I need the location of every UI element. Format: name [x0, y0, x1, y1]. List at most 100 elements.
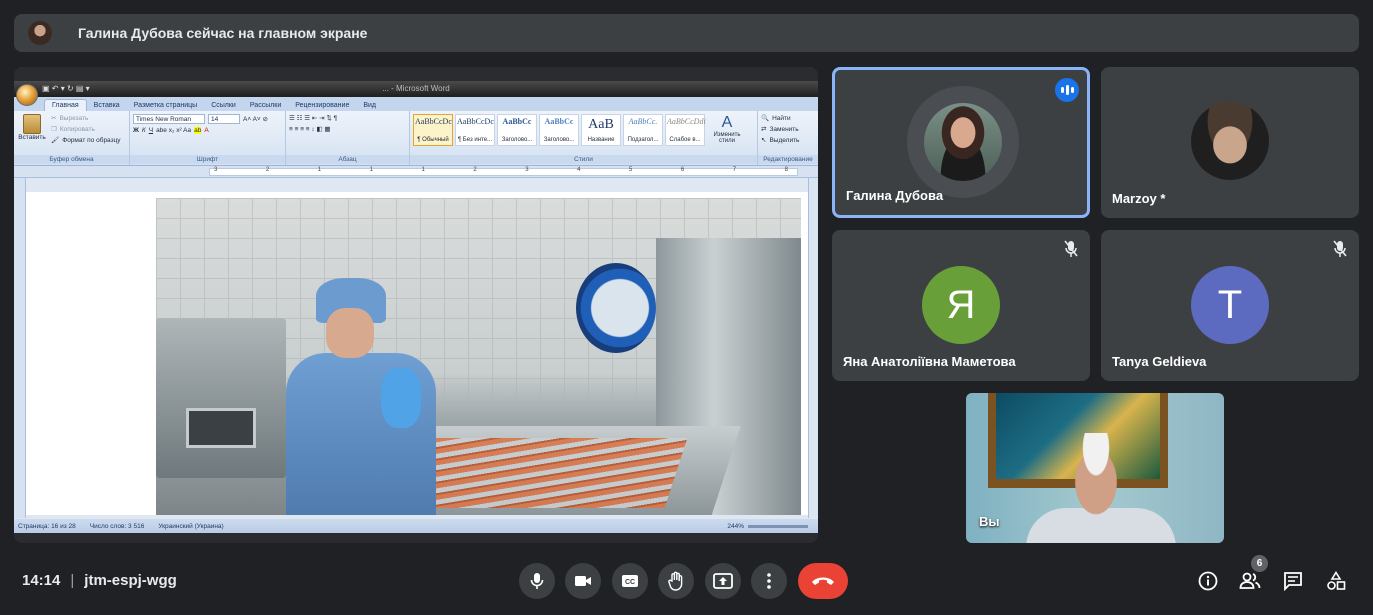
hand-icon: [668, 571, 683, 591]
style-title: AaB Название: [581, 114, 621, 146]
self-name: Вы: [979, 514, 1000, 529]
galina-avatar-ring: [907, 86, 1019, 198]
find-icon: 🔍: [761, 115, 770, 122]
status-lang: Украинский (Украина): [158, 522, 224, 530]
ribbon-tab-mailings: Рассылки: [249, 102, 282, 109]
participant-name: Яна Анатоліївна Маметова: [843, 354, 1016, 369]
status-words: Число слов: 3 516: [89, 522, 145, 530]
leave-call-button[interactable]: [798, 563, 848, 599]
camera-icon: [575, 576, 591, 586]
style-normal: AaBbCcDc ¶ Обычный: [413, 114, 453, 146]
ruler-numbers: 321112345678: [214, 167, 788, 173]
captions-icon: CC: [622, 575, 638, 587]
word-title: ... - Microsoft Word: [382, 84, 450, 93]
meeting-info: 14:14 | jtm-espj-wgg: [22, 572, 177, 589]
word-statusbar: Страница: 16 из 28 Число слов: 3 516 Укр…: [14, 519, 818, 533]
mic-off-icon: [1333, 240, 1347, 257]
svg-text:CC: CC: [625, 579, 635, 586]
meeting-separator: |: [70, 572, 75, 589]
participant-name: Галина Дубова: [846, 188, 944, 203]
styles-group-name: Стили: [410, 155, 757, 164]
chat-icon: [1284, 572, 1302, 591]
activities-icon: [1327, 571, 1346, 590]
info-icon: [1198, 571, 1218, 591]
style-heading1: AaBbCc Заголово...: [497, 114, 537, 146]
vertical-ruler: [14, 178, 26, 518]
paragraph-group-name: Абзац: [286, 155, 409, 164]
people-button[interactable]: [1238, 569, 1262, 593]
cut-label: Вырезать: [59, 114, 89, 122]
replace-label: Заменить: [769, 125, 799, 133]
present-icon: [713, 573, 733, 589]
style-heading2: AaBbCc Заголово...: [539, 114, 579, 146]
raise-hand-button[interactable]: [658, 563, 694, 599]
yana-initial: Я: [946, 282, 976, 327]
change-styles: A Изменить стили: [707, 114, 747, 146]
style-subtitle: AaBbCc. Подзагол...: [623, 114, 663, 146]
align-icons: ≡ ≡ ≡ ≡ ↕ ◧ ▦: [289, 126, 331, 133]
tile-galina[interactable]: Галина Дубова: [832, 67, 1090, 218]
tile-marzoy[interactable]: Marzoy *: [1101, 67, 1359, 218]
presenter-avatar: [28, 21, 52, 45]
paragraph-group: ☰ ☷ ☰ ⇤ ⇥ ⇅ ¶ ≡ ≡ ≡ ≡ ↕ ◧ ▦ Абзац: [286, 111, 410, 165]
editing-group-name: Редактирование: [758, 155, 818, 164]
ruler: 321112345678: [14, 166, 818, 178]
mic-off-icon: [1064, 240, 1078, 257]
tile-yana[interactable]: Я Яна Анатоліївна Маметова: [832, 230, 1090, 381]
status-page: Страница: 16 из 28: [18, 522, 76, 530]
cut-icon: ✂: [51, 115, 57, 122]
galina-avatar: [924, 103, 1002, 181]
list-icons: ☰ ☷ ☰ ⇤ ⇥ ⇅ ¶: [289, 115, 338, 122]
ribbon-tab-references: Ссылки: [211, 102, 236, 109]
control-bar: 14:14 | jtm-espj-wgg CC 6: [0, 555, 1373, 615]
font-group-name: Шрифт: [130, 155, 285, 164]
font-name-box: Times New Roman: [133, 114, 205, 124]
font-group: Times New Roman 14 A˄ A˅ ⊘ ЖКЧ abe x₂ x²…: [130, 111, 286, 165]
style-no-spacing: AaBbCcDc ¶ Без инте...: [455, 114, 495, 146]
word-window: ... - Microsoft Word ▣ ↶ ▾ ↻ ▤ ▾ Главная…: [14, 81, 818, 533]
vertical-scrollbar: [808, 178, 818, 518]
ribbon: Вставить ✂ Вырезать ❐ Копировать 🖌 Формат п…: [14, 111, 818, 166]
copy-icon: ❐: [51, 126, 57, 133]
captions-button[interactable]: CC: [612, 563, 648, 599]
presenting-text: Галина Дубова сейчас на главном экране: [78, 25, 368, 41]
format-painter-icon: 🖌: [51, 137, 60, 144]
meeting-code: jtm-espj-wgg: [84, 572, 177, 589]
self-view-person: [1064, 433, 1128, 515]
copy-label: Копировать: [59, 125, 95, 133]
chat-button[interactable]: [1281, 569, 1305, 593]
ribbon-tab-review: Рецензирование: [295, 102, 350, 109]
clipboard-group-name: Буфер обмена: [14, 155, 129, 164]
style-subtle-emphasis: AaBbCcDdi Слабое в...: [665, 114, 706, 146]
paste-icon: [23, 114, 41, 134]
font-grow-icon: A˄ A˅ ⊘: [243, 116, 268, 123]
marzoy-avatar: [1191, 102, 1269, 180]
office-button-icon: [16, 84, 38, 106]
meeting-time: 14:14: [22, 572, 61, 589]
quick-access-toolbar: ▣ ↶ ▾ ↻ ▤ ▾: [42, 84, 90, 93]
select-icon: ↖: [761, 137, 767, 144]
clipboard-group: Вставить ✂ Вырезать ❐ Копировать 🖌 Формат п…: [14, 111, 130, 165]
self-view[interactable]: Вы: [966, 393, 1224, 543]
select-label: Выделить: [769, 136, 800, 144]
activities-button[interactable]: [1324, 569, 1348, 593]
format-painter-label: Формат по образцу: [62, 136, 121, 144]
tile-tanya[interactable]: T Tanya Geldieva: [1101, 230, 1359, 381]
camera-button[interactable]: [565, 563, 601, 599]
tanya-initial: T: [1217, 282, 1243, 327]
more-options-button[interactable]: [751, 563, 787, 599]
speaking-indicator-icon: [1055, 78, 1079, 102]
replace-icon: ⇄: [761, 126, 767, 133]
change-styles-icon: A: [721, 114, 733, 131]
word-titlebar: ... - Microsoft Word: [14, 81, 818, 97]
font-size-box: 14: [208, 114, 240, 124]
paste-label: Вставить: [18, 134, 46, 141]
present-button[interactable]: [705, 563, 741, 599]
font-format-icons: ЖКЧ abe x₂ x² Aa ab A: [133, 127, 209, 134]
shared-screen[interactable]: ... - Microsoft Word ▣ ↶ ▾ ↻ ▤ ▾ Главная…: [14, 67, 818, 543]
mic-button[interactable]: [519, 563, 555, 599]
find-label: Найти: [772, 114, 791, 122]
hangup-icon: [812, 577, 834, 585]
meeting-details-button[interactable]: [1196, 569, 1220, 593]
mic-icon: [530, 573, 544, 589]
